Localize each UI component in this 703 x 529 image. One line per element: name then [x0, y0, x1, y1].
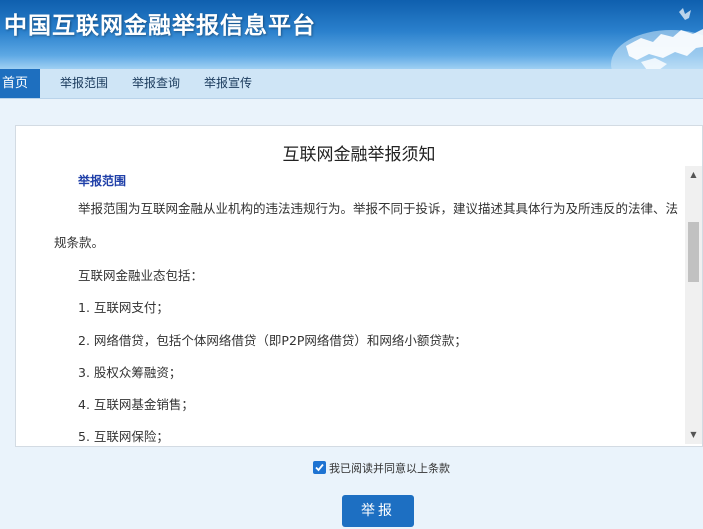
- notice-panel: 互联网金融举报须知 举报范围 举报范围为互联网金融从业机构的违法违规行为。举报不…: [15, 125, 703, 447]
- site-title: 中国互联网金融举报信息平台: [4, 13, 316, 39]
- notice-content[interactable]: 举报范围 举报范围为互联网金融从业机构的违法违规行为。举报不同于投诉，建议描述其…: [16, 166, 684, 444]
- check-icon: [315, 463, 324, 471]
- agreement-row[interactable]: 我已阅读并同意以上条款: [313, 460, 450, 476]
- scroll-thumb[interactable]: [688, 222, 699, 282]
- nav-report-scope[interactable]: 举报范围: [60, 69, 108, 98]
- business-intro: 互联网金融业态包括：: [78, 268, 204, 283]
- agree-label: 我已阅读并同意以上条款: [329, 462, 450, 475]
- list-item: 3. 股权众筹融资；: [78, 365, 182, 380]
- list-item: 1. 互联网支付；: [78, 300, 169, 315]
- agree-checkbox[interactable]: [313, 460, 326, 474]
- scope-paragraph: 举报范围为互联网金融从业机构的违法违规行为。举报不同于投诉，建议描述其具体行为及…: [78, 201, 679, 216]
- scope-paragraph-cont: 规条款。: [54, 235, 105, 250]
- notice-title: 互联网金融举报须知: [282, 145, 436, 165]
- nav-home[interactable]: 首页: [0, 69, 41, 98]
- notice-scrollbar[interactable]: ▲ ▼: [685, 166, 702, 444]
- list-item: 2. 网络借贷，包括个体网络借贷（即P2P网络借贷）和网络小额贷款；: [78, 333, 467, 348]
- section-heading: 举报范围: [78, 174, 127, 188]
- main-nav: 首页 举报范围 举报查询 举报宣传: [0, 69, 703, 99]
- nav-report-publicity[interactable]: 举报宣传: [204, 69, 252, 98]
- scroll-up-arrow-icon[interactable]: ▲: [685, 168, 702, 182]
- scroll-down-arrow-icon[interactable]: ▼: [685, 428, 702, 442]
- submit-report-button[interactable]: 举报: [342, 495, 414, 527]
- list-item: 5. 互联网保险；: [78, 429, 169, 444]
- globe-map-icon: [611, 8, 703, 69]
- list-item: 4. 互联网基金销售；: [78, 397, 194, 412]
- site-header: 中国互联网金融举报信息平台: [0, 0, 703, 69]
- nav-report-query[interactable]: 举报查询: [132, 69, 180, 98]
